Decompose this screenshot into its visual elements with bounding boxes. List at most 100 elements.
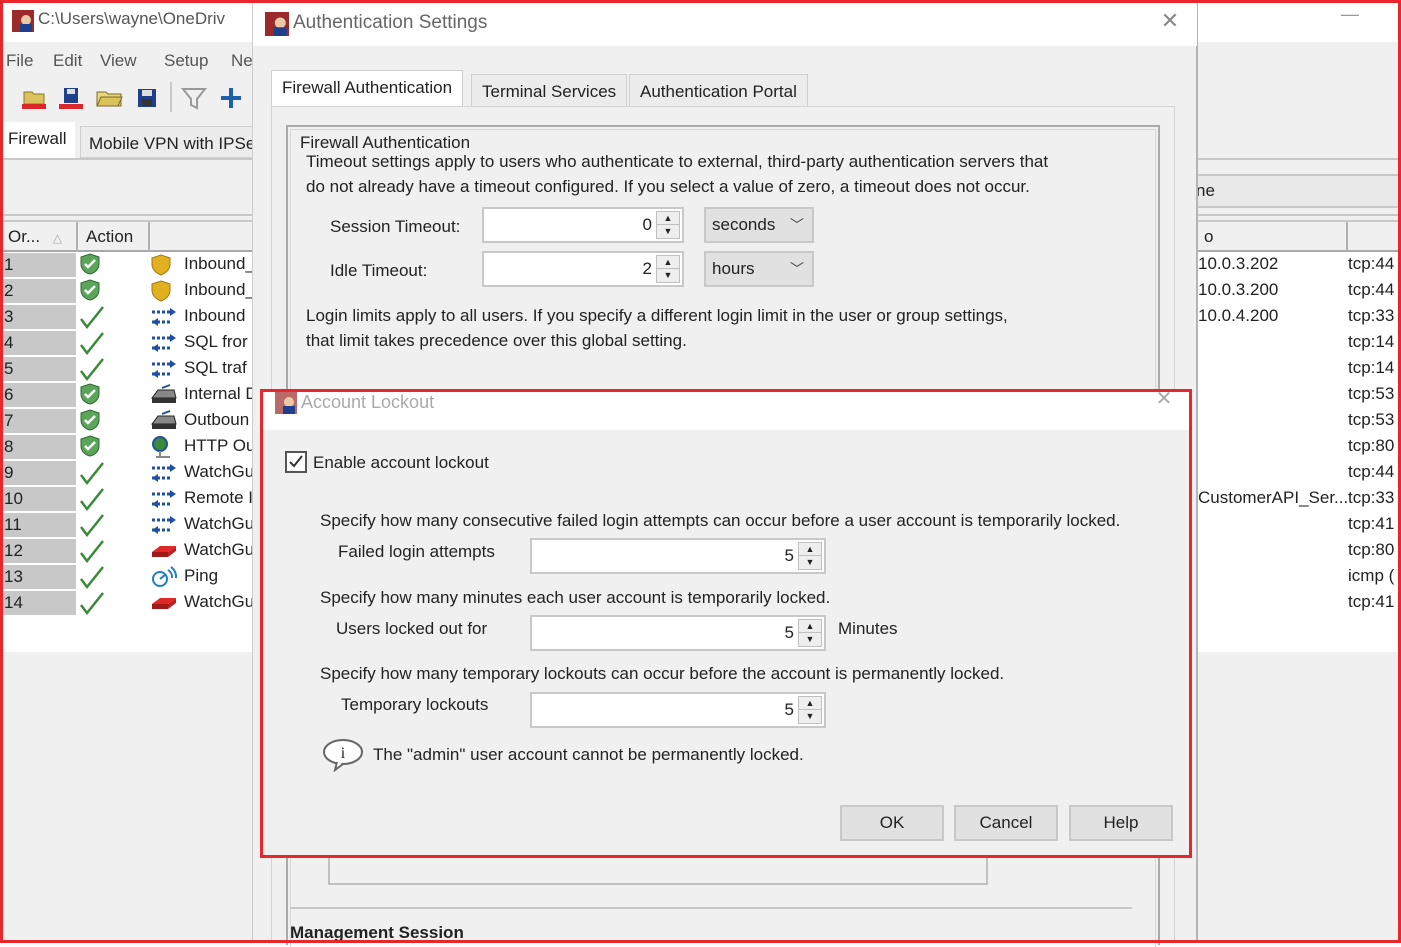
ok-button[interactable]: OK [840, 805, 944, 841]
failed-login-attempts-value[interactable]: 5 [785, 546, 794, 566]
idle-timeout-spinner[interactable]: 2 ▲ ▼ [482, 251, 684, 287]
policy-name-cell: Remote I [184, 488, 253, 507]
column-to[interactable]: o [1196, 222, 1348, 252]
menu-view[interactable]: View [100, 51, 137, 71]
cancel-button[interactable]: Cancel [954, 805, 1058, 841]
enable-account-lockout-checkbox[interactable] [285, 451, 307, 473]
spinner-down-icon[interactable]: ▼ [799, 556, 821, 569]
order-cell: 10 [0, 487, 76, 511]
spinner-up-icon[interactable]: ▲ [799, 543, 821, 556]
tab-mobile-vpn-ipsec[interactable]: Mobile VPN with IPSe [80, 126, 265, 158]
checkmark-icon [78, 486, 106, 512]
column-port[interactable] [1348, 222, 1401, 252]
lockout-dialog-title: Account Lockout [301, 392, 435, 412]
tab-firewall[interactable]: Firewall [0, 122, 75, 158]
failed-attempts-description: Specify how many consecutive failed logi… [320, 511, 1121, 530]
port-cell: tcp:44 [1348, 462, 1395, 481]
open-from-device-icon[interactable] [20, 84, 48, 112]
port-cell: tcp:33 [1348, 306, 1395, 325]
shield-check-icon [78, 434, 106, 460]
add-icon[interactable] [217, 84, 245, 112]
column-action[interactable]: Action [78, 222, 150, 252]
temporary-lockouts-spinner[interactable]: 5 ▲ ▼ [530, 692, 826, 728]
auth-tab-bar: Firewall Authentication Terminal Service… [271, 70, 1181, 108]
admin-lock-note: The "admin" user account cannot be perma… [373, 745, 804, 764]
bidirectional-arrows-icon [150, 306, 178, 328]
column-order[interactable]: Or... △ [0, 222, 78, 252]
bidirectional-arrows-icon [150, 462, 178, 484]
tab-firewall-authentication[interactable]: Firewall Authentication [271, 70, 464, 108]
policy-name-cell: Internal D [184, 384, 254, 403]
menu-network[interactable]: Ne [231, 51, 253, 71]
save-to-device-icon[interactable] [57, 84, 85, 112]
spinner-down-icon[interactable]: ▼ [657, 269, 679, 282]
port-cell: tcp:41 [1348, 514, 1395, 533]
policy-name-cell: Inbound_ [184, 280, 254, 299]
temporary-lockouts-value[interactable]: 5 [785, 700, 794, 720]
save-file-icon[interactable] [133, 84, 161, 112]
bidirectional-arrows-icon [150, 514, 178, 536]
filter-icon[interactable] [180, 84, 208, 112]
bidirectional-arrows-icon [150, 488, 178, 510]
checkmark-icon [78, 304, 106, 330]
spinner-up-icon[interactable]: ▲ [657, 256, 679, 269]
spinner-down-icon[interactable]: ▼ [799, 633, 821, 646]
failed-login-attempts-spinner[interactable]: 5 ▲ ▼ [530, 538, 826, 574]
lockout-minutes-description: Specify how many minutes each user accou… [320, 588, 831, 607]
close-icon[interactable]: ✕ [1153, 386, 1175, 410]
session-timeout-value[interactable]: 0 [643, 215, 652, 235]
port-cell: tcp:14 [1348, 332, 1395, 351]
spinner-up-icon[interactable]: ▲ [799, 697, 821, 710]
auth-dialog-title: Authentication Settings [293, 12, 488, 33]
spinner-up-icon[interactable]: ▲ [799, 620, 821, 633]
checkmark-icon [78, 356, 106, 382]
menu-edit[interactable]: Edit [53, 51, 82, 71]
policy-name-cell: WatchGu [184, 540, 254, 559]
users-locked-out-for-value[interactable]: 5 [785, 623, 794, 643]
port-cell: tcp:80 [1348, 436, 1395, 455]
users-locked-out-for-spinner[interactable]: 5 ▲ ▼ [530, 615, 826, 651]
gold-shield-icon [150, 280, 178, 302]
close-icon[interactable]: ✕ [1157, 8, 1183, 34]
order-cell: 11 [0, 513, 76, 537]
help-button[interactable]: Help [1069, 805, 1173, 841]
order-cell: 13 [0, 565, 76, 589]
policy-name-cell: Outboun [184, 410, 250, 429]
menu-setup[interactable]: Setup [164, 51, 208, 71]
session-timeout-spinner[interactable]: 0 ▲ ▼ [482, 207, 684, 243]
idle-timeout-value[interactable]: 2 [643, 259, 652, 279]
policy-name-cell: Ping [184, 566, 219, 585]
lockout-dialog-titlebar: Account Lockout ✕ [263, 388, 1189, 430]
spinner-down-icon[interactable]: ▼ [657, 225, 679, 238]
idle-timeout-unit-select[interactable]: hours ﹀ [704, 251, 814, 287]
port-cell: tcp:44 [1348, 280, 1395, 299]
port-cell: tcp:41 [1348, 592, 1395, 611]
spinner-up-icon[interactable]: ▲ [657, 212, 679, 225]
checkmark-icon [78, 538, 106, 564]
tab-authentication-portal[interactable]: Authentication Portal [629, 74, 808, 108]
order-cell: 7 [0, 409, 76, 433]
tab-terminal-services[interactable]: Terminal Services [471, 74, 628, 108]
failed-login-attempts-label: Failed login attempts [338, 542, 495, 561]
order-cell: 14 [0, 591, 76, 615]
gold-shield-icon [150, 254, 178, 276]
app-tab-bar: Firewall Mobile VPN with IPSe [0, 122, 265, 158]
policy-name-cell: WatchGu [184, 592, 254, 611]
menu-file[interactable]: File [6, 51, 33, 71]
sort-ascending-icon: △ [52, 231, 63, 245]
order-cell: 3 [0, 305, 76, 329]
session-timeout-unit-select[interactable]: seconds ﹀ [704, 207, 814, 243]
checkmark-icon [78, 330, 106, 356]
enable-account-lockout-label[interactable]: Enable account lockout [313, 453, 489, 473]
minimize-button[interactable]: — [1340, 4, 1360, 24]
temporary-lockouts-description: Specify how many temporary lockouts can … [320, 664, 1005, 683]
port-cell: tcp:14 [1348, 358, 1395, 377]
column-policy-name[interactable] [150, 222, 252, 252]
shield-check-icon [78, 408, 106, 434]
account-lockout-dialog: Account Lockout ✕ Enable account lockout… [260, 388, 1192, 858]
open-file-icon[interactable] [95, 84, 123, 112]
globe-proxy-icon [150, 436, 178, 458]
spinner-down-icon[interactable]: ▼ [799, 710, 821, 723]
order-cell: 5 [0, 357, 76, 381]
info-icon: i [323, 739, 363, 772]
